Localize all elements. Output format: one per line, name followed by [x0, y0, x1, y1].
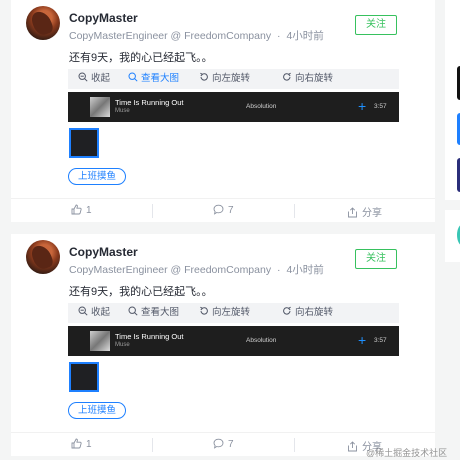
follow-button[interactable]: 关注	[355, 249, 397, 269]
comment-count: 7	[228, 205, 234, 216]
author-title: CopyMasterEngineer @ FreedomCompany	[69, 264, 272, 276]
rotate-left-label: 向左旋转	[212, 73, 251, 84]
view-large-label: 查看大图	[141, 307, 180, 318]
rotate-right-label: 向右旋转	[295, 73, 334, 84]
rotate-left-icon	[200, 306, 208, 315]
collapse-label: 收起	[91, 307, 111, 318]
artist-name: Muse	[115, 342, 130, 348]
view-large-label: 查看大图	[141, 73, 180, 84]
thumbs-up-icon	[71, 438, 82, 449]
separator-dot: ·	[277, 30, 281, 42]
view-large-button[interactable]: 查看大图	[128, 303, 179, 323]
divider	[294, 204, 295, 218]
track-duration: 3:57	[374, 337, 387, 344]
music-player[interactable]: Time Is Running Out Muse Absolution + 3:…	[68, 326, 399, 356]
comment-button[interactable]: 7	[213, 204, 234, 216]
add-icon[interactable]: +	[358, 99, 366, 113]
comment-count: 7	[228, 439, 234, 450]
album-cover	[90, 331, 110, 351]
like-button[interactable]: 1	[71, 438, 92, 450]
music-player[interactable]: Time Is Running Out Muse Absolution + 3:…	[68, 92, 399, 122]
search-icon	[128, 306, 138, 316]
rotate-left-button[interactable]: 向左旋转	[199, 69, 250, 89]
author-name[interactable]: CopyMaster	[69, 11, 138, 25]
rotate-right-icon	[283, 72, 291, 81]
rotate-right-label: 向右旋转	[295, 307, 334, 318]
zoom-out-icon	[78, 72, 88, 82]
rotate-left-button[interactable]: 向左旋转	[199, 303, 250, 323]
search-icon	[128, 72, 138, 82]
album-name: Absolution	[246, 337, 277, 344]
share-button[interactable]: 分享	[347, 204, 382, 219]
artist-name: Muse	[115, 108, 130, 114]
post-content: 还有9天，我的心已经起飞。。	[69, 286, 213, 298]
collapse-label: 收起	[91, 73, 111, 84]
author-title: CopyMasterEngineer @ FreedomCompany	[69, 30, 272, 42]
comment-icon	[213, 204, 224, 215]
album-cover	[90, 97, 110, 117]
share-label: 分享	[362, 208, 382, 219]
post-card: CopyMaster CopyMasterEngineer @ FreedomC…	[11, 234, 435, 456]
author-name[interactable]: CopyMaster	[69, 245, 138, 259]
post-card: CopyMaster CopyMasterEngineer @ FreedomC…	[11, 0, 435, 222]
image-toolbar: 收起 查看大图 向左旋转 向右旋转	[68, 69, 399, 89]
track-duration: 3:57	[374, 103, 387, 110]
thumbs-up-icon	[71, 204, 82, 215]
author-meta: CopyMasterEngineer @ FreedomCompany · 4小…	[69, 28, 327, 43]
post-time: 4小时前	[286, 30, 324, 42]
share-icon	[348, 441, 357, 452]
collapse-button[interactable]: 收起	[78, 303, 110, 323]
sidebar-card	[445, 0, 460, 200]
action-bar: 1 7 分享	[11, 198, 435, 223]
post-time: 4小时前	[286, 264, 324, 276]
like-count: 1	[86, 205, 92, 216]
divider	[152, 204, 153, 218]
like-button[interactable]: 1	[71, 204, 92, 216]
rotate-left-icon	[200, 72, 208, 81]
divider	[152, 438, 153, 452]
song-title: Time Is Running Out	[115, 98, 184, 107]
album-name: Absolution	[246, 103, 277, 110]
view-large-button[interactable]: 查看大图	[128, 69, 179, 89]
comment-icon	[213, 438, 224, 449]
image-thumbnail[interactable]	[69, 128, 99, 158]
zoom-out-icon	[78, 306, 88, 316]
song-title: Time Is Running Out	[115, 332, 184, 341]
comment-button[interactable]: 7	[213, 438, 234, 450]
collapse-button[interactable]: 收起	[78, 69, 110, 89]
avatar[interactable]	[26, 6, 60, 40]
watermark: @稀土掘金技术社区	[366, 448, 448, 458]
rotate-right-icon	[283, 306, 291, 315]
add-icon[interactable]: +	[358, 333, 366, 347]
rotate-right-button[interactable]: 向右旋转	[282, 69, 333, 89]
divider	[294, 438, 295, 452]
rotate-right-button[interactable]: 向右旋转	[282, 303, 333, 323]
separator-dot: ·	[277, 264, 281, 276]
rotate-left-label: 向左旋转	[212, 307, 251, 318]
follow-button[interactable]: 关注	[355, 15, 397, 35]
avatar[interactable]	[26, 240, 60, 274]
topic-tag[interactable]: 上班摸鱼	[68, 402, 127, 419]
share-icon	[348, 207, 357, 218]
post-content: 还有9天，我的心已经起飞。。	[69, 52, 213, 64]
author-meta: CopyMasterEngineer @ FreedomCompany · 4小…	[69, 262, 327, 277]
like-count: 1	[86, 439, 92, 450]
topic-tag[interactable]: 上班摸鱼	[68, 168, 127, 185]
image-toolbar: 收起 查看大图 向左旋转 向右旋转	[68, 303, 399, 323]
sidebar-card	[445, 210, 460, 262]
image-thumbnail[interactable]	[69, 362, 99, 392]
